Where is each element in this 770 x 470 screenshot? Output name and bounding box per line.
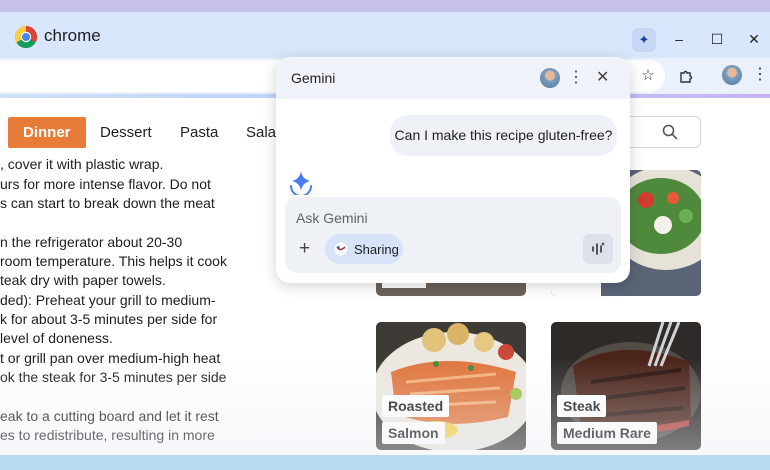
more-menu-icon[interactable]: ⋮	[752, 64, 768, 84]
recipe-line: urs for more intense flavor. Do not	[0, 176, 211, 192]
maximize-button[interactable]: ☐	[705, 27, 729, 51]
tab-dessert[interactable]: Dessert	[100, 117, 152, 148]
recipe-line: s can start to break down the meat	[0, 195, 215, 211]
add-attachment-button[interactable]: +	[299, 238, 310, 260]
ask-gemini-placeholder: Ask Gemini	[296, 210, 368, 226]
user-message-bubble: Can I make this recipe gluten-free?	[390, 115, 617, 156]
ask-gemini-input[interactable]: Ask Gemini + Sharing	[285, 197, 621, 273]
recipe-line: ok the steak for 3-5 minutes per side	[0, 369, 227, 385]
card-label-line: Salmon	[382, 422, 445, 444]
sharing-chip[interactable]: Sharing	[325, 234, 403, 264]
card-label-line: Roasted	[382, 395, 450, 417]
recipe-line: teak dry with paper towels.	[0, 272, 166, 288]
recipe-line: t or grill pan over medium-high heat	[0, 350, 221, 366]
extensions-icon[interactable]	[675, 65, 697, 87]
browser-titlebar: chrome ✦ – ☐ ✕	[0, 12, 770, 58]
background-strip-top	[0, 0, 770, 12]
tab-sharing-icon	[334, 242, 348, 256]
recipe-line: ded): Preheat your grill to medium-	[0, 292, 216, 308]
recipe-line: level of doneness.	[0, 330, 113, 346]
gemini-panel-title: Gemini	[291, 70, 336, 86]
sharing-label: Sharing	[354, 242, 399, 257]
close-window-button[interactable]: ✕	[742, 27, 766, 51]
gemini-toolbar-button[interactable]: ✦	[632, 28, 656, 52]
recipe-card-roasted-salmon[interactable]: Roasted Salmon	[376, 322, 526, 450]
voice-waveform-icon	[592, 242, 605, 255]
gemini-panel-header: Gemini ⋮ ✕	[276, 57, 630, 99]
profile-avatar[interactable]	[722, 65, 742, 85]
bookmark-star-icon[interactable]: ☆	[637, 65, 659, 87]
recipe-line: room temperature. This helps it cook	[0, 253, 227, 269]
recipe-line: k for about 3-5 minutes per side for	[0, 311, 218, 327]
background-strip-bottom	[0, 455, 770, 470]
tab-pasta[interactable]: Pasta	[180, 117, 218, 148]
gemini-sparkle-icon: ✦	[638, 32, 650, 47]
gemini-response-spark-icon	[290, 171, 312, 195]
gemini-close-icon[interactable]: ✕	[596, 67, 609, 87]
recipe-line: , cover it with plastic wrap.	[0, 156, 164, 172]
gemini-more-icon[interactable]: ⋮	[568, 67, 584, 87]
minimize-button[interactable]: –	[667, 27, 691, 51]
chrome-logo-icon	[15, 26, 37, 48]
gemini-profile-avatar[interactable]	[540, 68, 560, 88]
app-title: chrome	[44, 26, 101, 45]
tab-dinner[interactable]: Dinner	[8, 117, 86, 148]
recipe-line: es to redistribute, resulting in more	[0, 427, 215, 443]
recipe-line: n the refrigerator about 20-30	[0, 234, 183, 250]
search-icon	[662, 124, 678, 140]
card-label-line: Medium Rare	[557, 422, 657, 444]
voice-input-button[interactable]	[583, 234, 613, 264]
gemini-side-panel: Gemini ⋮ ✕ Can I make this recipe gluten…	[276, 57, 630, 283]
recipe-line: eak to a cutting board and let it rest	[0, 408, 219, 424]
recipe-card-steak[interactable]: Steak Medium Rare	[551, 322, 701, 450]
card-label-line: Steak	[557, 395, 607, 417]
